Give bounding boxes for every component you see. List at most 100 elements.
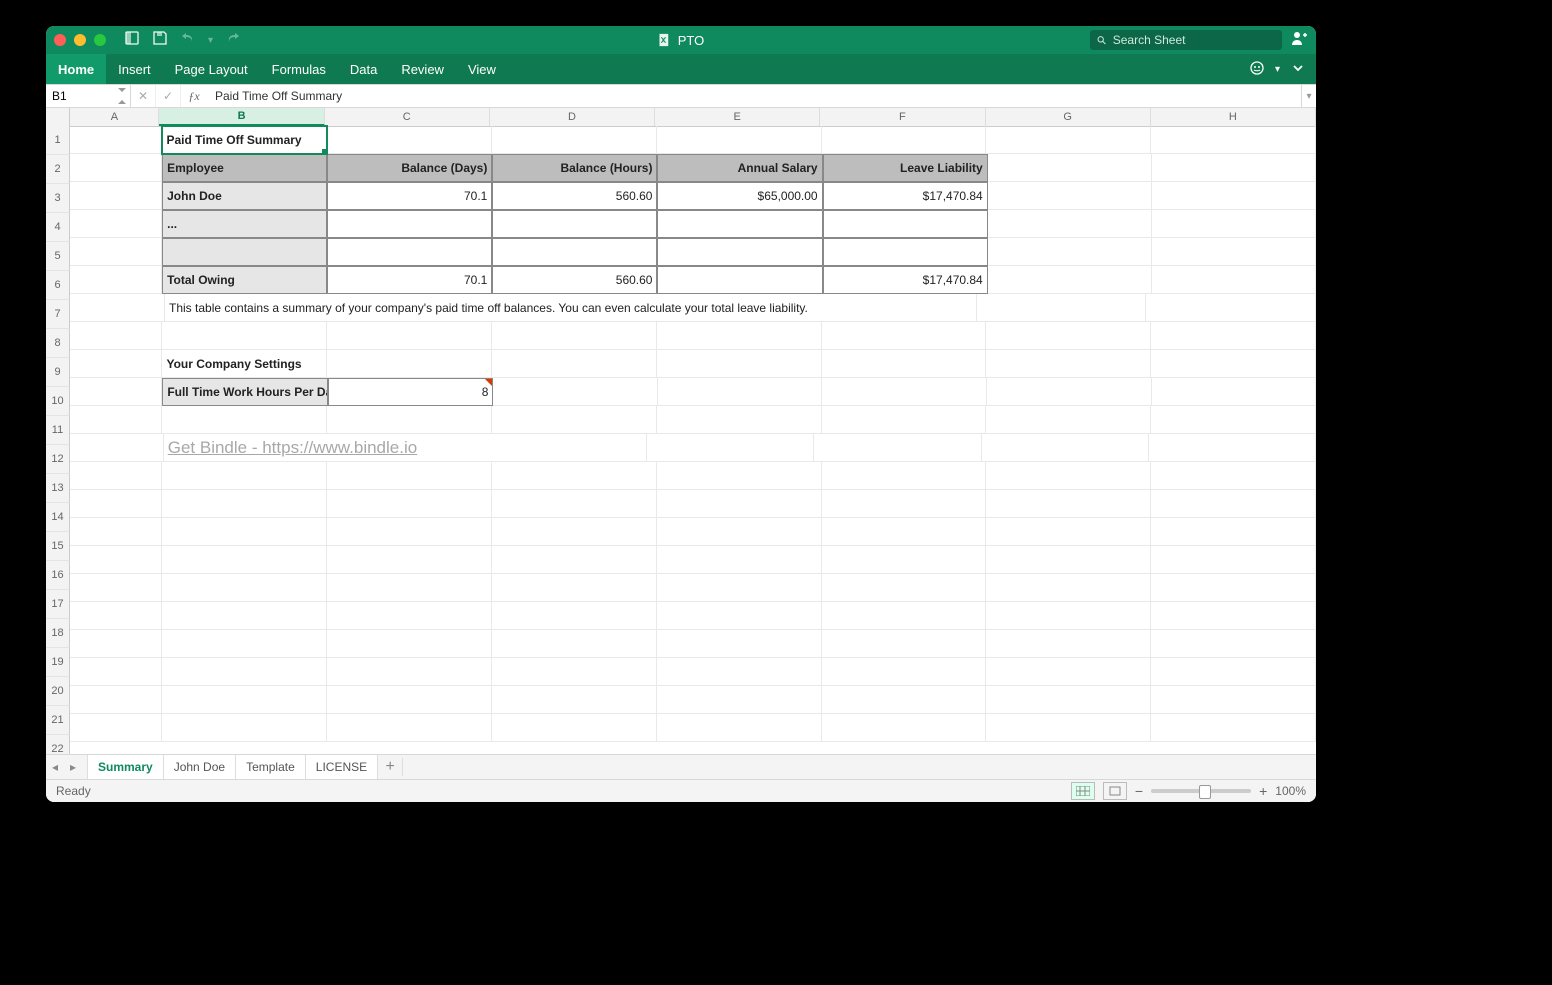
row-header[interactable]: 3 <box>46 184 70 213</box>
total-cell[interactable]: $17,470.84 <box>823 266 988 294</box>
cell[interactable] <box>70 434 164 462</box>
cell[interactable] <box>492 546 657 574</box>
cell[interactable] <box>822 322 987 350</box>
cell[interactable] <box>327 686 492 714</box>
cell[interactable] <box>657 490 822 518</box>
link-cell[interactable]: Get Bindle - https://www.bindle.io <box>164 434 648 462</box>
cell[interactable] <box>70 462 162 490</box>
cell[interactable] <box>822 406 987 434</box>
cell[interactable] <box>1152 182 1316 210</box>
cell[interactable] <box>1151 686 1316 714</box>
data-cell[interactable]: 560.60 <box>492 182 657 210</box>
row-header[interactable]: 6 <box>46 271 70 300</box>
data-cell[interactable] <box>657 238 822 266</box>
cell[interactable] <box>986 574 1151 602</box>
cell[interactable] <box>657 350 822 378</box>
cell[interactable] <box>986 630 1151 658</box>
sheet-tab-john-doe[interactable]: John Doe <box>163 755 236 779</box>
cell[interactable] <box>822 490 987 518</box>
cell[interactable] <box>657 546 822 574</box>
cell[interactable] <box>70 154 162 182</box>
cell[interactable] <box>986 462 1151 490</box>
note-cell[interactable]: This table contains a summary of your co… <box>165 294 977 322</box>
close-icon[interactable] <box>54 34 66 46</box>
cell[interactable] <box>70 686 162 714</box>
cells-area[interactable]: Paid Time Off SummaryEmployeeBalance (Da… <box>70 126 1316 754</box>
cell[interactable] <box>1152 154 1316 182</box>
cell[interactable] <box>1151 714 1316 742</box>
cell[interactable] <box>986 686 1151 714</box>
cell[interactable] <box>814 434 981 462</box>
cell[interactable] <box>986 714 1151 742</box>
cell[interactable] <box>988 154 1152 182</box>
cell[interactable] <box>822 462 987 490</box>
cell[interactable] <box>162 602 327 630</box>
row-header[interactable]: 13 <box>46 474 70 503</box>
cell[interactable] <box>1151 490 1316 518</box>
total-cell[interactable]: 560.60 <box>492 266 657 294</box>
cell[interactable] <box>70 714 162 742</box>
cell[interactable] <box>1151 546 1316 574</box>
cell[interactable] <box>492 350 657 378</box>
add-sheet-button[interactable]: + <box>378 758 403 776</box>
cell[interactable] <box>162 714 327 742</box>
cell[interactable] <box>1151 350 1316 378</box>
cell[interactable] <box>1151 602 1316 630</box>
cell[interactable] <box>70 518 162 546</box>
cell[interactable] <box>657 686 822 714</box>
cell[interactable] <box>70 406 162 434</box>
cell[interactable] <box>647 434 814 462</box>
table-header[interactable]: Annual Salary <box>657 154 822 182</box>
sheet-tab-template[interactable]: Template <box>235 755 306 779</box>
cell[interactable] <box>657 714 822 742</box>
cell[interactable] <box>70 266 162 294</box>
row-header[interactable]: 8 <box>46 329 70 358</box>
cell[interactable] <box>327 714 492 742</box>
ribbon-tab-formulas[interactable]: Formulas <box>260 54 338 84</box>
cell[interactable] <box>822 658 987 686</box>
ribbon-tab-review[interactable]: Review <box>389 54 456 84</box>
cell[interactable] <box>657 518 822 546</box>
cell[interactable] <box>1151 322 1316 350</box>
row-header[interactable]: 22 <box>46 735 70 754</box>
data-cell[interactable] <box>327 238 492 266</box>
cell[interactable] <box>657 574 822 602</box>
undo-dropdown-icon[interactable]: ▾ <box>208 35 213 46</box>
data-cell[interactable] <box>327 210 492 238</box>
cell[interactable] <box>162 658 327 686</box>
cell[interactable] <box>986 490 1151 518</box>
cell[interactable] <box>657 126 822 154</box>
cell[interactable] <box>492 406 657 434</box>
data-cell[interactable] <box>162 238 327 266</box>
cell[interactable] <box>327 546 492 574</box>
cell[interactable] <box>987 378 1152 406</box>
cell[interactable] <box>492 462 657 490</box>
row-header[interactable]: 5 <box>46 242 70 271</box>
cell[interactable] <box>70 350 162 378</box>
row-header[interactable]: 16 <box>46 561 70 590</box>
cell[interactable] <box>70 126 162 154</box>
cell[interactable] <box>327 602 492 630</box>
cell[interactable] <box>1152 378 1317 406</box>
redo-icon[interactable] <box>225 30 241 51</box>
cell[interactable] <box>70 182 162 210</box>
cell[interactable] <box>1151 406 1316 434</box>
cell-b1[interactable]: Paid Time Off Summary <box>162 126 327 154</box>
data-cell[interactable]: $17,470.84 <box>823 182 988 210</box>
cell[interactable] <box>822 714 987 742</box>
cell[interactable] <box>70 490 162 518</box>
ribbon-tab-home[interactable]: Home <box>46 54 106 84</box>
row-header[interactable]: 1 <box>46 126 70 155</box>
share-icon[interactable] <box>1290 29 1308 52</box>
cell[interactable] <box>822 630 987 658</box>
select-all-corner[interactable] <box>46 108 70 126</box>
search-input[interactable] <box>1111 32 1276 48</box>
cancel-formula-icon[interactable]: ✕ <box>131 85 156 107</box>
cell[interactable] <box>162 518 327 546</box>
ribbon-tab-page-layout[interactable]: Page Layout <box>163 54 260 84</box>
cell[interactable] <box>162 490 327 518</box>
cell[interactable] <box>162 322 327 350</box>
row-header[interactable]: 10 <box>46 387 70 416</box>
cell[interactable] <box>70 658 162 686</box>
cell[interactable] <box>822 574 987 602</box>
